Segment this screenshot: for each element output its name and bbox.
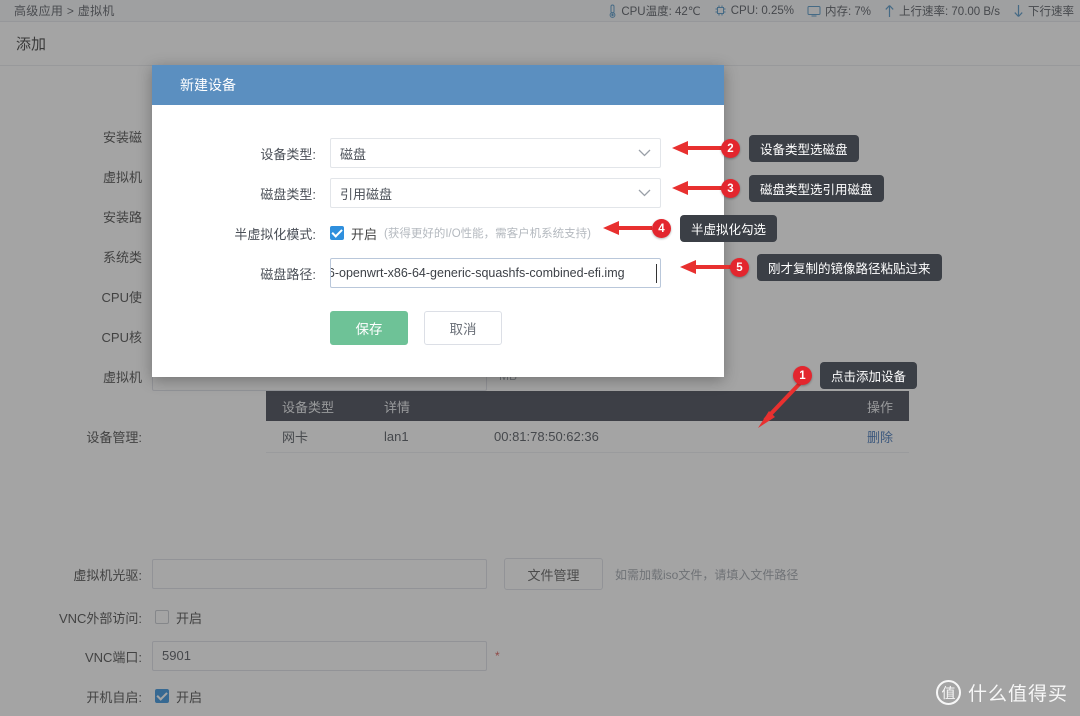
dialog-field-disk-type: 磁盘类型: 引用磁盘 [152,173,724,213]
paravirt-checkbox-label: 开启 [351,224,377,243]
dialog-field-device-type: 设备类型: 磁盘 [152,133,724,173]
annotation-arrow-3 [669,179,727,197]
annotation-tip-5: 刚才复制的镜像路径粘贴过来 [757,254,942,281]
dialog-actions: 保存 取消 [152,293,724,345]
disk-type-label: 磁盘类型: [152,184,330,203]
annotation-arrow-4 [600,219,654,237]
annotation-arrow-5 [677,258,733,276]
watermark-logo-icon: 值 [936,680,961,705]
dialog-header: 新建设备 [152,65,724,105]
annotation-badge-2: 2 [721,139,740,158]
paravirt-hint: (获得更好的I/O性能，需客户机系统支持) [384,225,591,241]
dialog-field-disk-path: 磁盘路径: 606-openwrt-x86-64-generic-squashf… [152,253,724,293]
save-button[interactable]: 保存 [330,311,408,345]
watermark: 值 什么值得买 [936,679,1068,706]
annotation-tip-1: 点击添加设备 [820,362,917,389]
disk-path-input-value: 606-openwrt-x86-64-generic-squashfs-comb… [330,266,625,280]
text-caret [656,264,657,283]
disk-type-control: 引用磁盘 [330,178,724,208]
annotation-badge-3: 3 [721,179,740,198]
annotation-badge-1: 1 [793,366,812,385]
device-type-select-value: 磁盘 [340,144,638,163]
annotation-badge-4: 4 [652,219,671,238]
annotation-badge-5: 5 [730,258,749,277]
chevron-down-icon[interactable] [638,149,651,157]
device-type-select[interactable]: 磁盘 [330,138,661,168]
annotation-tip-3: 磁盘类型选引用磁盘 [749,175,884,202]
annotation-tip-4: 半虚拟化勾选 [680,215,777,242]
disk-type-select[interactable]: 引用磁盘 [330,178,661,208]
disk-type-select-value: 引用磁盘 [340,184,638,203]
device-type-control: 磁盘 [330,138,724,168]
disk-path-input[interactable]: 606-openwrt-x86-64-generic-squashfs-comb… [330,258,661,288]
device-type-label: 设备类型: [152,144,330,163]
paravirt-checkbox[interactable]: 开启 [330,224,377,243]
disk-path-label: 磁盘路径: [152,264,330,283]
disk-path-control: 606-openwrt-x86-64-generic-squashfs-comb… [330,258,724,288]
checkbox-checked-icon[interactable] [330,226,344,240]
dialog-title: 新建设备 [180,75,236,95]
chevron-down-icon[interactable] [638,189,651,197]
watermark-text: 什么值得买 [968,679,1068,706]
paravirt-label: 半虚拟化模式: [152,224,330,243]
cancel-button[interactable]: 取消 [424,311,502,345]
annotation-arrow-2 [669,139,727,157]
annotation-tip-2: 设备类型选磁盘 [749,135,859,162]
